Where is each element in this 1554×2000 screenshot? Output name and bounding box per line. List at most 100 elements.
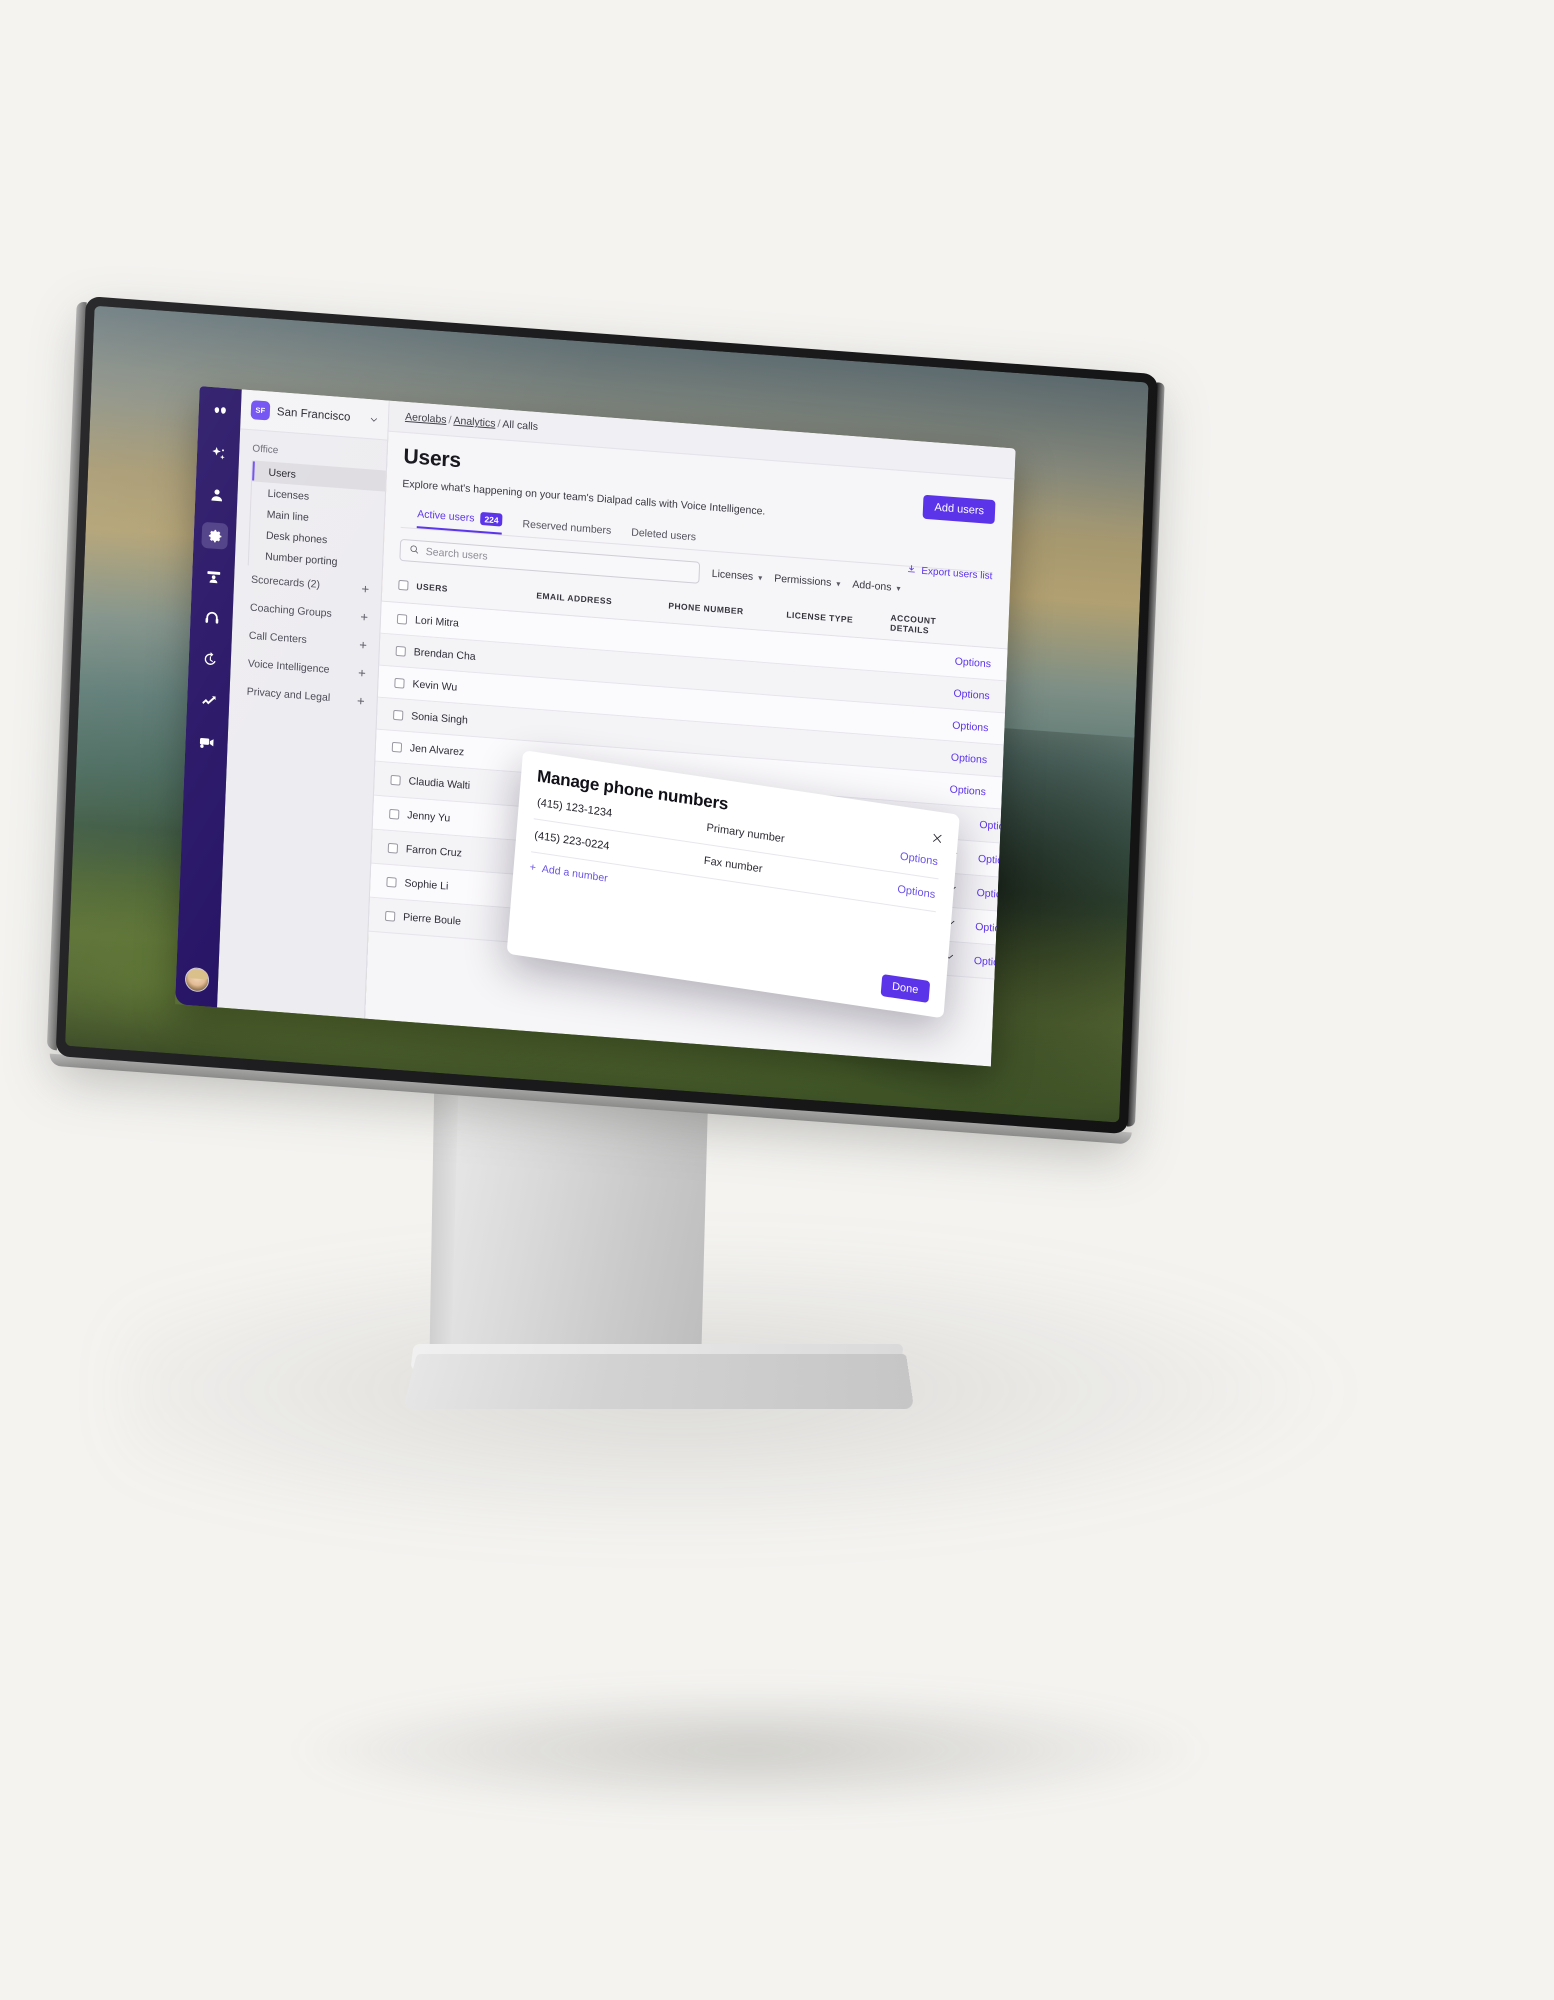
column-header-phone: PHONE NUMBER <box>668 600 744 617</box>
row-checkbox[interactable] <box>393 709 404 721</box>
cell-phone <box>666 671 784 680</box>
cell-user: Brendan Cha <box>413 645 476 663</box>
filter-label: Licenses <box>711 567 754 583</box>
plus-icon[interactable]: + <box>359 637 367 653</box>
cell-user: Jen Alvarez <box>409 741 465 758</box>
search-icon <box>409 544 421 559</box>
stand-shadow <box>300 1690 1200 1810</box>
chevron-down-icon <box>369 414 379 425</box>
cell-license <box>782 712 886 720</box>
cell-user: Lori Mitra <box>414 613 460 630</box>
cell-user: Farron Cruz <box>405 842 463 860</box>
cell-account-details <box>886 720 932 724</box>
tab-label: Reserved numbers <box>522 518 612 537</box>
row-checkbox[interactable] <box>391 741 403 753</box>
download-icon <box>906 564 917 578</box>
cell-account-details <box>888 688 934 692</box>
cell-user: Pierre Boule <box>402 910 462 928</box>
sidebar-group-label: Scorecards (2) <box>250 573 321 591</box>
cell-user: Claudia Walti <box>408 774 471 792</box>
plus-icon[interactable]: + <box>361 581 369 597</box>
filter-label: Permissions <box>773 572 832 589</box>
phone-number-options-link[interactable]: Options <box>900 851 939 869</box>
call-history-clock-icon[interactable] <box>196 645 223 673</box>
cell-license <box>785 648 889 656</box>
plus-icon[interactable]: + <box>357 693 365 709</box>
cell-account-details <box>884 784 930 788</box>
cell-email <box>532 693 664 703</box>
active-users-count-badge: 224 <box>480 511 503 527</box>
tab-label: Active users <box>417 507 475 524</box>
column-header-email: EMAIL ADDRESS <box>536 590 613 607</box>
row-options-link[interactable]: Options <box>930 782 986 798</box>
plus-icon: + <box>529 861 537 875</box>
row-checkbox[interactable] <box>394 677 405 689</box>
cell-email <box>535 629 667 639</box>
cell-email <box>534 661 666 671</box>
monitor-bezel: SF San Francisco Office Users Licenses M… <box>55 296 1159 1135</box>
column-header-users: USERS <box>416 581 449 594</box>
plus-icon[interactable]: + <box>360 609 368 625</box>
row-checkbox[interactable] <box>395 645 406 657</box>
row-checkbox[interactable] <box>389 808 400 820</box>
row-options-link[interactable]: Options <box>932 718 989 734</box>
row-checkbox[interactable] <box>390 774 401 786</box>
row-checkbox[interactable] <box>387 842 399 854</box>
sidebar-group-label: Coaching Groups <box>249 601 332 620</box>
headset-support-icon[interactable] <box>198 604 225 632</box>
column-header-spacer <box>936 626 992 630</box>
row-options-link[interactable]: Options <box>933 686 990 702</box>
add-a-number-label: Add a number <box>541 862 609 885</box>
nav-office-items: Users Licenses Main line Desk phones Num… <box>247 460 386 576</box>
nav-body: Office Users Licenses Main line Desk pho… <box>229 429 387 715</box>
done-button[interactable]: Done <box>880 973 931 1004</box>
row-options-link[interactable]: Options <box>931 750 988 766</box>
filter-licenses[interactable]: Licenses ▾ <box>712 568 763 584</box>
office-badge: SF <box>250 400 271 421</box>
phone-number-options-link[interactable]: Options <box>897 883 936 901</box>
monitor-stand-base <box>402 1354 915 1410</box>
column-header-license: LICENSE TYPE <box>786 609 854 625</box>
sidebar-group-label: Call Centers <box>248 629 307 647</box>
plus-icon[interactable]: + <box>358 665 366 681</box>
sidebar-group-label: Privacy and Legal <box>246 685 331 705</box>
breadcrumb-item-aerolabs[interactable]: Aerolabs <box>405 411 447 426</box>
dialpad-logo-icon[interactable] <box>206 399 233 427</box>
cell-user: Kevin Wu <box>412 677 458 694</box>
screen-wallpaper: SF San Francisco Office Users Licenses M… <box>65 305 1149 1123</box>
filter-add-ons[interactable]: Add-ons ▾ <box>852 578 901 594</box>
column-header-account-details: ACCOUNT DETAILS <box>889 612 937 636</box>
select-all-checkbox[interactable] <box>398 579 409 591</box>
tab-label: Deleted users <box>631 526 697 544</box>
sparkle-ai-icon[interactable] <box>205 440 232 468</box>
chevron-down-icon: ▾ <box>758 572 763 583</box>
meetings-group-icon[interactable] <box>200 563 227 591</box>
cell-user: Sonia Singh <box>410 709 469 727</box>
avatar[interactable] <box>184 966 210 993</box>
cell-phone <box>664 703 782 712</box>
cell-account-details <box>885 752 931 756</box>
office-name: San Francisco <box>276 405 351 424</box>
row-checkbox[interactable] <box>396 613 408 625</box>
filter-permissions[interactable]: Permissions ▾ <box>774 573 841 590</box>
cell-phone <box>663 735 781 744</box>
settings-nav-panel: SF San Francisco Office Users Licenses M… <box>217 389 390 1019</box>
cell-email <box>531 725 663 735</box>
chevron-down-icon: ▾ <box>836 578 841 589</box>
row-checkbox[interactable] <box>386 876 397 888</box>
close-icon[interactable] <box>930 831 944 846</box>
analytics-trend-icon[interactable] <box>195 686 222 714</box>
filter-label: Add-ons <box>852 578 892 594</box>
search-placeholder: Search users <box>425 545 488 563</box>
settings-gear-icon[interactable] <box>201 521 229 550</box>
contacts-person-icon[interactable] <box>203 481 230 509</box>
cell-license <box>781 744 885 752</box>
cell-license <box>780 776 884 784</box>
cell-account-details <box>889 656 935 660</box>
sidebar-group-label: Voice Intelligence <box>247 657 330 676</box>
row-options-link[interactable]: Options <box>935 654 992 670</box>
row-checkbox[interactable] <box>384 910 396 922</box>
cell-user: Jenny Yu <box>407 808 451 825</box>
video-recording-icon[interactable] <box>193 727 220 755</box>
breadcrumb-item-analytics[interactable]: Analytics <box>453 415 495 430</box>
